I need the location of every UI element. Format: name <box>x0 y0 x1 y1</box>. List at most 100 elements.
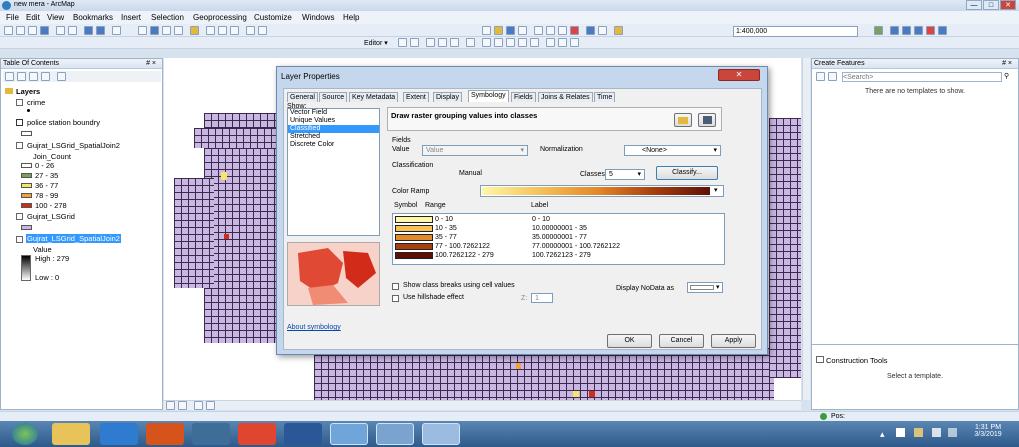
cut-icon[interactable] <box>534 26 543 35</box>
catalog-window-icon[interactable] <box>902 26 911 35</box>
point-icon[interactable] <box>466 38 475 47</box>
back-icon[interactable] <box>84 26 93 35</box>
paste-icon[interactable] <box>558 26 567 35</box>
show-classified-selected[interactable]: Classified <box>288 125 379 133</box>
html-popup-icon[interactable] <box>174 26 183 35</box>
full-extent-icon[interactable] <box>40 26 49 35</box>
map-vertical-scrollbar[interactable] <box>802 58 810 400</box>
find-route-icon[interactable] <box>218 26 227 35</box>
menu-geoprocessing[interactable]: Geoprocessing <box>193 13 247 22</box>
go-to-xy-icon[interactable] <box>230 26 239 35</box>
window-taskbar-icon[interactable] <box>422 423 460 445</box>
show-stretched[interactable]: Stretched <box>288 133 379 141</box>
menu-file[interactable]: File <box>6 13 19 22</box>
search-icon[interactable]: ⚲ <box>1004 72 1016 82</box>
list-by-source-icon[interactable] <box>17 72 26 81</box>
menu-windows[interactable]: Windows <box>302 13 334 22</box>
class-range[interactable]: 0 - 10 <box>435 216 453 223</box>
class-swatch[interactable] <box>395 252 433 259</box>
class-swatch[interactable] <box>395 243 433 250</box>
tab-symbology[interactable]: Symbology <box>468 90 509 102</box>
ok-button[interactable]: OK <box>607 334 652 348</box>
tab-display[interactable]: Display <box>433 92 462 102</box>
table-row[interactable]: 77 - 100.7262122 77.00000001 - 100.72621… <box>393 243 726 250</box>
split-icon[interactable] <box>518 38 527 47</box>
select-features-icon[interactable] <box>112 26 121 35</box>
menu-view[interactable]: View <box>47 13 64 22</box>
undo-icon[interactable] <box>586 26 595 35</box>
list-by-selection-icon[interactable] <box>41 72 50 81</box>
cut-polygons-icon[interactable] <box>506 38 515 47</box>
open-icon[interactable] <box>494 26 503 35</box>
hyperlink-icon[interactable] <box>162 26 171 35</box>
video-icon[interactable] <box>192 423 230 445</box>
show-vector-field[interactable]: Vector Field <box>288 109 379 117</box>
classify-button[interactable]: Classify... <box>656 166 718 180</box>
python-window-icon[interactable] <box>938 26 947 35</box>
zoom-in-icon[interactable] <box>4 26 13 35</box>
create-features-pin-close[interactable]: # × <box>1002 59 1012 69</box>
data-view-icon[interactable] <box>166 401 175 410</box>
arctoolbox-icon[interactable] <box>926 26 935 35</box>
maximize-button[interactable]: □ <box>983 0 999 10</box>
list-by-visibility-icon[interactable] <box>29 72 38 81</box>
trace-icon[interactable] <box>450 38 459 47</box>
nodata-color-dropdown[interactable]: ▾ <box>687 282 723 293</box>
fixed-zoom-in-icon[interactable] <box>56 26 65 35</box>
class-label[interactable]: 0 - 10 <box>532 216 550 223</box>
table-row[interactable]: 10 - 35 10.00000001 - 35 <box>393 225 726 232</box>
tab-time[interactable]: Time <box>594 92 616 102</box>
identify-icon[interactable] <box>150 26 159 35</box>
class-swatch[interactable] <box>395 225 433 232</box>
options-icon[interactable] <box>57 72 66 81</box>
show-renderer-list[interactable]: Vector Field Unique Values Classified St… <box>287 108 380 236</box>
layer-raster-selected[interactable]: Gujrat_LSGrid_SpatialJoin2 <box>26 234 121 243</box>
edit-annotation-icon[interactable] <box>410 38 419 47</box>
layout-view-icon[interactable] <box>178 401 187 410</box>
zoom-out-icon[interactable] <box>16 26 25 35</box>
symbol-header[interactable]: Symbol <box>394 202 417 209</box>
label-header[interactable]: Label <box>531 202 548 209</box>
redo-icon[interactable] <box>598 26 607 35</box>
refresh-icon[interactable] <box>194 401 203 410</box>
lsgrid-checkbox[interactable] <box>16 213 23 220</box>
delete-icon[interactable] <box>570 26 579 35</box>
print-icon[interactable] <box>518 26 527 35</box>
filter-icon[interactable] <box>828 72 837 81</box>
table-row[interactable]: 100.7262122 - 279 100.7262123 - 279 <box>393 252 726 259</box>
menu-edit[interactable]: Edit <box>26 13 40 22</box>
table-row[interactable]: 0 - 10 0 - 10 <box>393 216 726 223</box>
class-range[interactable]: 77 - 100.7262122 <box>435 243 490 250</box>
rotate-icon[interactable] <box>530 38 539 47</box>
file-explorer-icon[interactable] <box>52 423 90 445</box>
class-range[interactable]: 35 - 77 <box>435 234 457 241</box>
list-by-drawing-order-icon[interactable] <box>5 72 14 81</box>
apply-button[interactable]: Apply <box>711 334 756 348</box>
class-swatch[interactable] <box>395 234 433 241</box>
media-icon[interactable] <box>146 423 184 445</box>
color-ramp-dropdown[interactable]: ▾ <box>480 185 724 197</box>
tray-volume-icon[interactable] <box>948 428 957 437</box>
tab-extent[interactable]: Extent <box>403 92 429 102</box>
z-factor-input[interactable]: 1 <box>531 293 553 303</box>
straight-segment-icon[interactable] <box>426 38 435 47</box>
measure-icon[interactable] <box>190 26 199 35</box>
tab-general[interactable]: General <box>287 92 318 102</box>
sketch-properties-icon[interactable] <box>558 38 567 47</box>
about-symbology-link[interactable]: About symbology <box>287 324 341 331</box>
editor-toolbar-icon[interactable] <box>874 26 883 35</box>
normalization-dropdown[interactable]: <None> ▾ <box>624 145 721 156</box>
search-window-icon[interactable] <box>914 26 923 35</box>
add-data-icon[interactable] <box>614 26 623 35</box>
arcmap-taskbar-icon[interactable] <box>376 423 414 445</box>
tray-flag-icon[interactable] <box>896 428 905 437</box>
classes-count-dropdown[interactable]: 5 ▾ <box>605 169 645 180</box>
layer-crime[interactable]: crime <box>27 98 45 107</box>
map-scale-input[interactable]: 1:400,000 <box>733 26 858 37</box>
layer-lsgrid[interactable]: Gujrat_LSGrid <box>27 212 75 221</box>
minimize-button[interactable]: — <box>966 0 982 10</box>
table-row[interactable]: 35 - 77 35.00000001 - 77 <box>393 234 726 241</box>
select-elements-icon[interactable] <box>138 26 147 35</box>
template-search-input[interactable] <box>842 72 1002 82</box>
close-button[interactable]: ✕ <box>1000 0 1016 10</box>
